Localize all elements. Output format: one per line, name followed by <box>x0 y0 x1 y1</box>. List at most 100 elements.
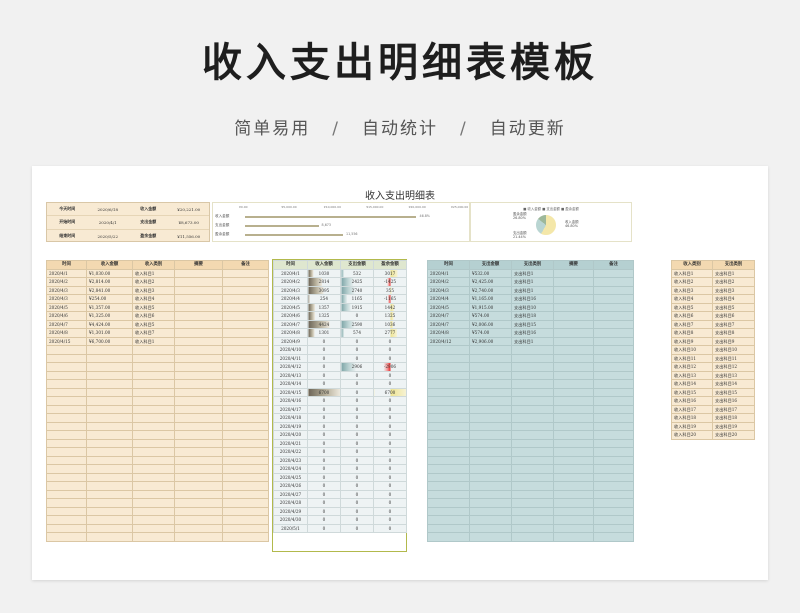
table-cell[interactable]: 2020/4/6 <box>46 311 87 321</box>
table-cell[interactable]: 支出科目16 <box>511 328 554 338</box>
table-cell[interactable] <box>86 404 133 414</box>
summary-value[interactable]: 2020/4/1 <box>88 220 129 225</box>
table-cell[interactable]: 支出科目7 <box>712 319 755 329</box>
table-cell[interactable] <box>86 532 133 542</box>
table-cell[interactable] <box>222 302 269 312</box>
table-cell[interactable]: 0 <box>373 447 407 457</box>
table-cell[interactable] <box>593 404 634 414</box>
table-cell[interactable] <box>174 268 223 278</box>
table-cell[interactable] <box>593 464 634 474</box>
table-cell[interactable] <box>132 455 175 465</box>
table-cell[interactable] <box>511 404 554 414</box>
table-cell[interactable]: 1036 <box>373 319 407 329</box>
table-cell[interactable]: 2020/4/16 <box>273 396 308 406</box>
table-cell[interactable]: 0 <box>340 353 374 363</box>
table-cell[interactable] <box>46 370 87 380</box>
table-cell[interactable] <box>593 370 634 380</box>
table-cell[interactable] <box>469 464 512 474</box>
table-cell[interactable]: ¥1,030.00 <box>86 268 133 278</box>
table-cell[interactable]: 0 <box>340 421 374 431</box>
table-cell[interactable] <box>469 396 512 406</box>
table-cell[interactable]: 6700 <box>307 387 341 397</box>
table-cell[interactable]: 2020/4/3 <box>273 285 308 295</box>
table-cell[interactable]: 0 <box>373 515 407 525</box>
table-cell[interactable] <box>174 455 223 465</box>
table-cell[interactable] <box>427 404 470 414</box>
table-cell[interactable]: 支出科目6 <box>712 311 755 321</box>
table-cell[interactable] <box>469 362 512 372</box>
table-cell[interactable] <box>222 277 269 287</box>
table-cell[interactable] <box>553 489 594 499</box>
table-cell[interactable] <box>427 515 470 525</box>
table-cell[interactable]: 收入科目2 <box>132 277 175 287</box>
table-cell[interactable]: 2020/4/21 <box>273 438 308 448</box>
table-cell[interactable]: 0 <box>373 336 407 346</box>
table-cell[interactable] <box>511 506 554 516</box>
table-cell[interactable]: 2020/4/7 <box>427 311 470 321</box>
table-cell[interactable] <box>469 506 512 516</box>
summary-value[interactable]: 2020/5/22 <box>88 234 129 239</box>
table-cell[interactable] <box>132 345 175 355</box>
table-cell[interactable] <box>593 447 634 457</box>
table-cell[interactable] <box>132 353 175 363</box>
table-cell[interactable] <box>511 353 554 363</box>
table-cell[interactable] <box>222 396 269 406</box>
table-cell[interactable]: 2020/4/30 <box>273 515 308 525</box>
table-cell[interactable] <box>427 387 470 397</box>
table-cell[interactable]: 2020/4/10 <box>273 345 308 355</box>
table-cell[interactable] <box>427 353 470 363</box>
table-cell[interactable]: 收入科目20 <box>671 430 713 440</box>
table-cell[interactable] <box>593 302 634 312</box>
table-cell[interactable] <box>222 294 269 304</box>
table-cell[interactable] <box>593 489 634 499</box>
table-cell[interactable]: 支出科目1 <box>511 285 554 295</box>
table-cell[interactable]: 1165 <box>340 294 374 304</box>
table-cell[interactable]: 支出科目4 <box>712 294 755 304</box>
table-cell[interactable] <box>593 532 634 542</box>
table-cell[interactable] <box>174 421 223 431</box>
table-cell[interactable] <box>427 413 470 423</box>
table-cell[interactable]: 2814 <box>307 277 341 287</box>
table-cell[interactable]: ¥532.00 <box>469 268 512 278</box>
table-cell[interactable] <box>511 447 554 457</box>
table-cell[interactable]: 2020/4/5 <box>46 302 87 312</box>
table-cell[interactable] <box>553 311 594 321</box>
table-cell[interactable] <box>222 455 269 465</box>
table-cell[interactable]: 0 <box>307 506 341 516</box>
table-cell[interactable]: 0 <box>307 438 341 448</box>
table-cell[interactable]: 254 <box>307 294 341 304</box>
table-cell[interactable]: 2020/4/15 <box>273 387 308 397</box>
table-cell[interactable]: 2020/4/12 <box>273 362 308 372</box>
table-cell[interactable]: 支出科目2 <box>712 277 755 287</box>
table-cell[interactable] <box>222 345 269 355</box>
table-cell[interactable]: 0 <box>340 370 374 380</box>
table-cell[interactable] <box>593 523 634 533</box>
table-cell[interactable]: 支出科目18 <box>511 311 554 321</box>
table-cell[interactable]: 0 <box>373 498 407 508</box>
table-cell[interactable] <box>86 370 133 380</box>
table-cell[interactable] <box>553 447 594 457</box>
table-cell[interactable] <box>511 396 554 406</box>
table-cell[interactable] <box>46 515 87 525</box>
table-cell[interactable]: 0 <box>373 481 407 491</box>
table-cell[interactable] <box>174 404 223 414</box>
table-cell[interactable] <box>174 379 223 389</box>
table-cell[interactable] <box>593 328 634 338</box>
table-cell[interactable]: 收入科目2 <box>671 277 713 287</box>
table-cell[interactable]: 0 <box>340 413 374 423</box>
table-cell[interactable] <box>222 362 269 372</box>
table-cell[interactable]: 0 <box>340 523 374 533</box>
table-cell[interactable] <box>593 515 634 525</box>
table-cell[interactable] <box>86 421 133 431</box>
table-cell[interactable] <box>132 413 175 423</box>
table-cell[interactable] <box>469 498 512 508</box>
table-cell[interactable]: 2020/4/7 <box>273 319 308 329</box>
table-cell[interactable] <box>511 532 554 542</box>
table-cell[interactable] <box>427 396 470 406</box>
table-cell[interactable]: 2020/4/15 <box>46 336 87 346</box>
summary-value[interactable]: 2020/6/18 <box>88 207 129 212</box>
table-cell[interactable] <box>46 413 87 423</box>
table-cell[interactable]: 2020/4/9 <box>273 336 308 346</box>
table-cell[interactable] <box>222 515 269 525</box>
table-cell[interactable] <box>86 447 133 457</box>
